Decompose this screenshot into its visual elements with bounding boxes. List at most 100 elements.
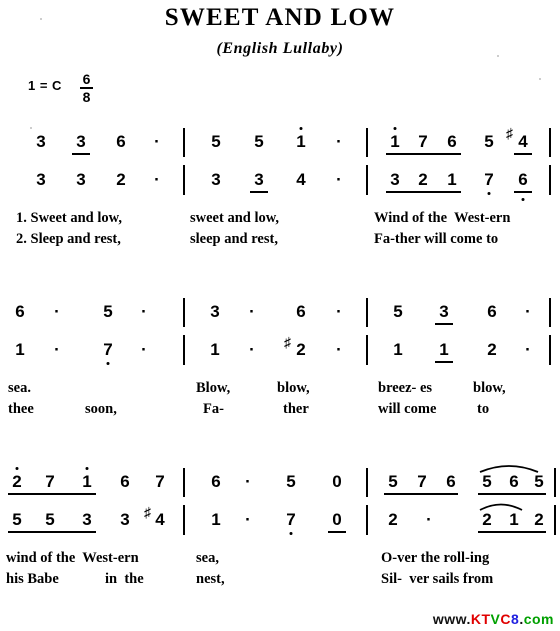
duration-dot: ·: [54, 302, 60, 321]
note: 3: [254, 170, 264, 189]
lyric-line-1: sea. Blow, blow, breez- es blow,: [0, 379, 560, 400]
barline: [549, 298, 551, 327]
beam: [72, 153, 90, 155]
lyric-segment: nest,: [196, 571, 225, 587]
note: 1: [393, 340, 403, 359]
lyric-segment: in the: [105, 571, 144, 587]
barline: [366, 298, 368, 327]
barline: [366, 128, 368, 157]
note: 6: [447, 132, 457, 151]
sharp-accidental: ♯: [144, 504, 151, 520]
note: 1: [439, 340, 449, 359]
note: 6: [15, 302, 25, 321]
note: 2: [9, 467, 25, 490]
note: 2: [296, 340, 306, 359]
note: 3: [36, 132, 46, 151]
sharp-accidental: ♯: [284, 334, 291, 350]
barline: [366, 335, 368, 365]
duration-dot: ·: [336, 132, 342, 151]
page-subtitle: (English Lullaby): [216, 40, 344, 57]
duration-dot: ·: [249, 302, 255, 321]
music-system-3: 2 7 1 6 7 6 · 5 0 5 7 6 5 6 5 5 5 3 3 ♯ …: [0, 465, 560, 587]
note: 7: [100, 341, 116, 365]
lyric-line-2: 2. Sleep and rest, sleep and rest, Fa-th…: [0, 230, 560, 251]
barline: [366, 505, 368, 535]
beam: [386, 153, 461, 155]
scan-speck: [539, 78, 541, 80]
lyric-segment: sea.: [8, 380, 31, 396]
note: 3: [120, 510, 130, 529]
lyric-segment: blow,: [277, 380, 310, 396]
sharp-accidental: ♯: [506, 125, 513, 141]
note: 5: [12, 510, 22, 529]
lyric-line-2: his Babe in the nest, Sil- ver sails fro…: [0, 570, 560, 591]
note: 5: [484, 132, 494, 151]
note: 1: [387, 127, 403, 150]
note: 6: [487, 302, 497, 321]
lyric-segment: Fa-: [203, 401, 224, 417]
barline: [183, 298, 185, 327]
octave-up-dot: [15, 467, 19, 470]
duration-dot: ·: [426, 510, 432, 529]
barline: [183, 505, 185, 535]
duration-dot: ·: [154, 132, 160, 151]
system-3-lower-voice: 5 5 3 3 ♯ 4 1 · 7 0 2 · 2 1 2: [0, 503, 560, 545]
lyric-segment: thee: [8, 401, 34, 417]
lyric-segment: wind of the West-ern: [6, 550, 139, 566]
lyric-segment: blow,: [473, 380, 506, 396]
octave-down-dot: [521, 198, 525, 201]
lyric-line-1: 1. Sweet and low, sweet and low, Wind of…: [0, 209, 560, 230]
system-2-lyrics: sea. Blow, blow, breez- es blow, thee so…: [0, 379, 560, 421]
note: 2: [418, 170, 428, 189]
duration-dot: ·: [141, 302, 147, 321]
lyric-segment: 2. Sleep and rest,: [16, 231, 121, 247]
system-1-lower-voice: 3 3 2 · 3 3 4 · 3 2 1 7 6: [0, 165, 560, 205]
duration-dot: ·: [525, 340, 531, 359]
site-watermark: www.KTVC8.com: [433, 611, 554, 627]
note: 4: [155, 510, 165, 529]
note: 7: [283, 511, 299, 535]
note: 1: [210, 340, 220, 359]
lyric-segment: Sil- ver sails from: [381, 571, 494, 587]
octave-down-dot: [289, 532, 293, 535]
watermark-com: com: [523, 611, 554, 627]
duration-dot: ·: [245, 510, 251, 529]
key-signature: 1 = C: [28, 78, 62, 93]
note: 5: [534, 472, 544, 491]
note: 2: [116, 170, 126, 189]
note: 5: [393, 302, 403, 321]
page-title: SWEET AND LOW: [164, 4, 396, 31]
time-signature: 6 8: [80, 72, 93, 104]
note: 0: [332, 472, 342, 491]
lyric-segment: his Babe: [6, 571, 59, 587]
note: 4: [296, 170, 306, 189]
lyric-segment: Fa-ther will come to: [374, 231, 499, 247]
note: 0: [332, 510, 342, 529]
note: 6: [509, 472, 519, 491]
octave-up-dot: [85, 467, 89, 470]
system-1-upper-voice: 3 3 6 · 5 5 1 · 1 7 6 5 ♯ 4: [0, 125, 560, 165]
lyric-segment: sweet and low,: [190, 210, 280, 226]
barline: [554, 505, 556, 535]
note: 3: [211, 170, 221, 189]
beam: [514, 153, 532, 155]
system-3-lyrics: wind of the West-ern sea, O-ver the roll…: [0, 549, 560, 591]
lyric-segment: Blow,: [196, 380, 231, 396]
octave-down-dot: [106, 362, 110, 365]
note: 6: [120, 472, 130, 491]
note: 5: [103, 302, 113, 321]
note: 2: [388, 510, 398, 529]
music-system-2: 6 · 5 · 3 · 6 · 5 3 6 · 1 · 7 · 1 · ♯ 2 …: [0, 295, 560, 417]
note: 5: [482, 472, 492, 491]
system-2-lower-voice: 1 · 7 · 1 · ♯ 2 · 1 1 2 ·: [0, 335, 560, 375]
duration-dot: ·: [141, 340, 147, 359]
duration-dot: ·: [336, 302, 342, 321]
barline: [183, 335, 185, 365]
duration-dot: ·: [154, 170, 160, 189]
note: 1: [447, 170, 457, 189]
note: 7: [155, 472, 165, 491]
lyric-segment: soon,: [85, 401, 117, 417]
note: 4: [518, 132, 528, 151]
duration-dot: ·: [336, 340, 342, 359]
lyric-segment: ther: [283, 401, 309, 417]
